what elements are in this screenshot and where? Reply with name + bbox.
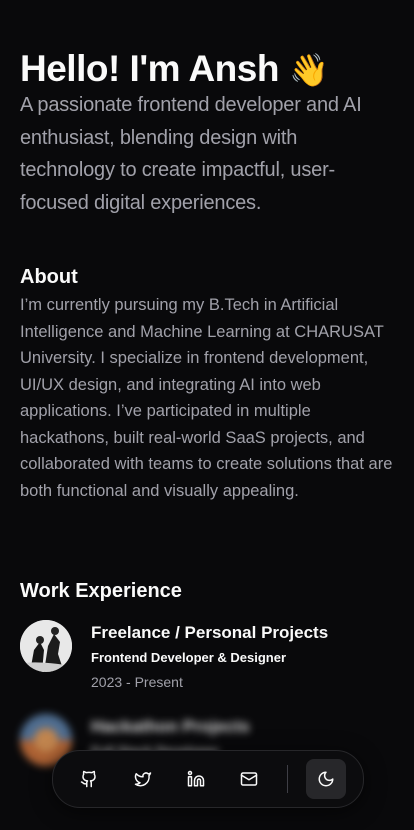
social-dock: [52, 750, 364, 808]
about-heading: About: [20, 266, 78, 288]
work-experience-heading: Work Experience: [20, 580, 182, 602]
twitter-icon[interactable]: [129, 765, 157, 793]
work-item-date: 2023 - Present: [91, 674, 183, 690]
about-text: I’m currently pursuing my B.Tech in Arti…: [20, 296, 393, 500]
work-logo-avatar: [20, 620, 72, 672]
work-item[interactable]: Freelance / Personal Projects Frontend D…: [20, 620, 394, 700]
hero-subtitle: A passionate frontend developer and AI e…: [20, 94, 362, 214]
github-icon[interactable]: [75, 765, 103, 793]
work-item-title: Hackathon Projects: [91, 717, 250, 736]
work-item-role: Frontend Developer & Designer: [91, 650, 287, 665]
theme-toggle-button[interactable]: [306, 759, 346, 799]
waving-hand-icon: 👋: [288, 52, 329, 88]
mail-icon[interactable]: [235, 765, 263, 793]
dock-divider: [287, 765, 288, 793]
hero-title-text: Hello! I'm Ansh: [20, 48, 279, 89]
moon-icon: [318, 771, 334, 787]
linkedin-icon[interactable]: [182, 765, 210, 793]
hero-title: Hello! I'm Ansh 👋: [20, 46, 329, 93]
work-item-title: Freelance / Personal Projects: [91, 623, 329, 642]
